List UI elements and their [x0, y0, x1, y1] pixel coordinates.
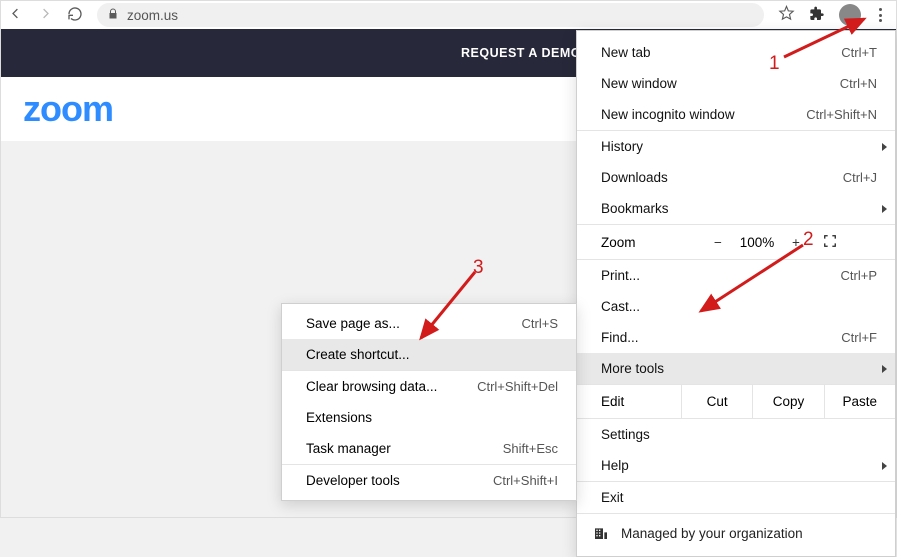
submenu-clear-data[interactable]: Clear browsing data... Ctrl+Shift+Del — [282, 371, 576, 402]
annotation-label-1: 1 — [769, 53, 780, 75]
submenu-create-shortcut[interactable]: Create shortcut... — [282, 339, 576, 370]
lock-icon — [107, 8, 119, 23]
star-icon[interactable] — [778, 5, 795, 25]
annotation-label-3: 3 — [473, 257, 484, 279]
demo-cta[interactable]: REQUEST A DEMO — [461, 46, 581, 60]
submenu-save-page[interactable]: Save page as... Ctrl+S — [282, 308, 576, 339]
menu-history[interactable]: History — [577, 131, 895, 162]
extensions-icon[interactable] — [809, 6, 825, 25]
kebab-menu-button[interactable] — [875, 4, 886, 26]
reload-button[interactable] — [67, 6, 83, 25]
chevron-right-icon — [882, 462, 887, 470]
menu-managed[interactable]: Managed by your organization — [577, 514, 895, 552]
url-text: zoom.us — [127, 8, 178, 23]
menu-more-tools[interactable]: More tools — [577, 353, 895, 384]
address-bar[interactable]: zoom.us — [97, 3, 764, 27]
menu-new-window[interactable]: New window Ctrl+N — [577, 68, 895, 99]
submenu-extensions[interactable]: Extensions — [282, 402, 576, 433]
menu-exit[interactable]: Exit — [577, 482, 895, 513]
chevron-right-icon — [882, 205, 887, 213]
menu-zoom: Zoom − 100% + — [577, 225, 895, 259]
edit-copy-button[interactable]: Copy — [752, 384, 823, 418]
chevron-right-icon — [882, 143, 887, 151]
zoom-value: 100% — [735, 235, 779, 250]
menu-bookmarks[interactable]: Bookmarks — [577, 193, 895, 224]
menu-help[interactable]: Help — [577, 450, 895, 481]
menu-edit: Edit Cut Copy Paste — [577, 384, 895, 418]
submenu-task-manager[interactable]: Task manager Shift+Esc — [282, 433, 576, 464]
zoom-out-button[interactable]: − — [701, 235, 735, 250]
annotation-label-2: 2 — [803, 229, 814, 251]
zoom-logo: zoom — [23, 88, 113, 130]
submenu-dev-tools[interactable]: Developer tools Ctrl+Shift+I — [282, 465, 576, 496]
chrome-main-menu: New tab Ctrl+T New window Ctrl+N New inc… — [576, 30, 896, 557]
menu-new-tab[interactable]: New tab Ctrl+T — [577, 37, 895, 68]
menu-downloads[interactable]: Downloads Ctrl+J — [577, 162, 895, 193]
menu-new-incognito[interactable]: New incognito window Ctrl+Shift+N — [577, 99, 895, 130]
forward-button[interactable] — [37, 6, 53, 24]
menu-print[interactable]: Print... Ctrl+P — [577, 260, 895, 291]
back-button[interactable] — [7, 6, 23, 24]
more-tools-submenu: Save page as... Ctrl+S Create shortcut..… — [281, 303, 577, 501]
menu-settings[interactable]: Settings — [577, 419, 895, 450]
menu-cast[interactable]: Cast... — [577, 291, 895, 322]
edit-cut-button[interactable]: Cut — [681, 384, 752, 418]
menu-find[interactable]: Find... Ctrl+F — [577, 322, 895, 353]
edit-paste-button[interactable]: Paste — [824, 384, 895, 418]
profile-avatar[interactable] — [839, 4, 861, 26]
browser-toolbar: zoom.us — [1, 1, 896, 29]
fullscreen-icon[interactable] — [813, 234, 847, 251]
chevron-right-icon — [882, 365, 887, 373]
building-icon — [593, 525, 609, 541]
